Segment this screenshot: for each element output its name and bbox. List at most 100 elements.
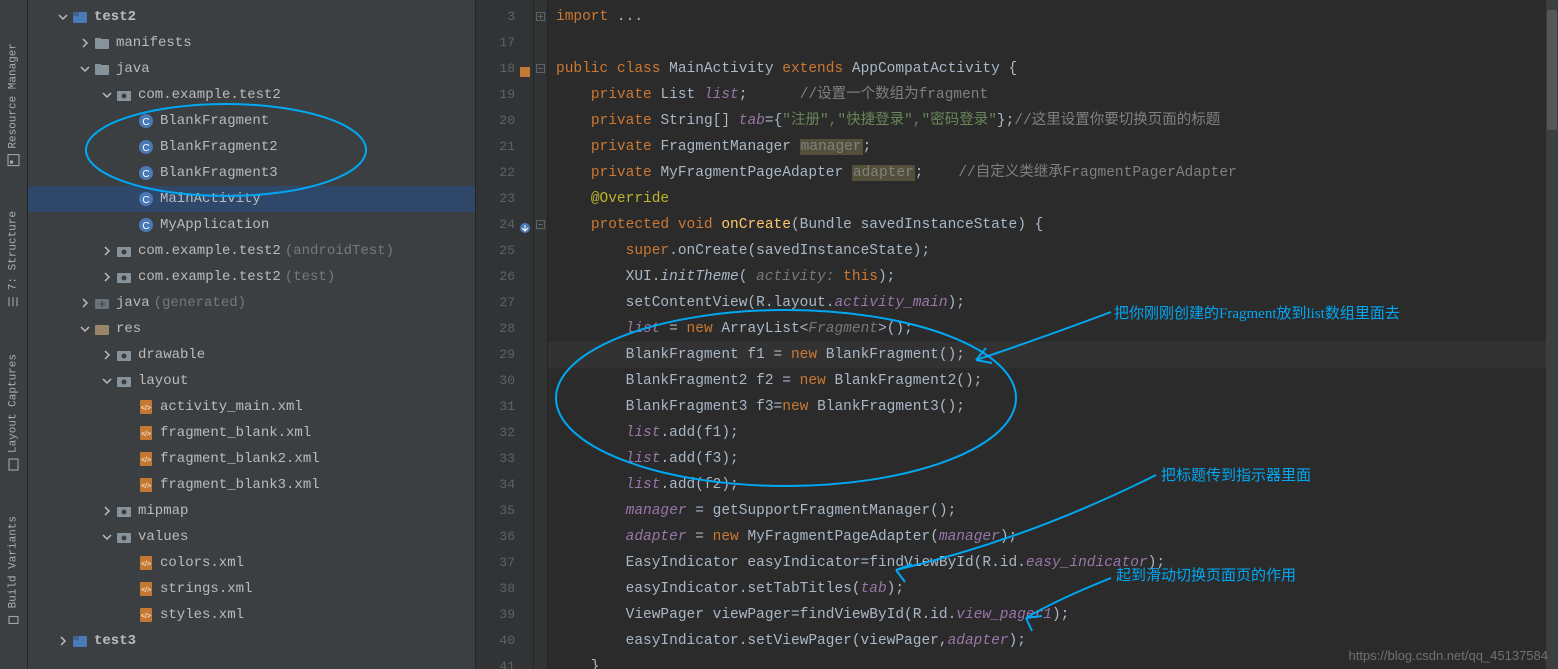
- expand-arrow-icon[interactable]: [100, 270, 114, 284]
- warning-gutter-icon: [519, 62, 531, 88]
- expand-arrow-icon[interactable]: [78, 296, 92, 310]
- code-line-18[interactable]: public class MainActivity extends AppCom…: [548, 56, 1558, 82]
- tool-window-bar: Resource Manager 7: Structure Layout Cap…: [0, 0, 28, 669]
- tree-item-label: com.example.test2: [138, 87, 281, 103]
- line-number: 36: [476, 524, 515, 550]
- svg-text:C: C: [142, 143, 149, 154]
- tree-item-strings-xml[interactable]: </>strings.xml: [28, 576, 475, 602]
- tree-item-label: test3: [94, 633, 136, 649]
- expand-arrow-icon[interactable]: [100, 244, 114, 258]
- code-line-36[interactable]: adapter = new MyFragmentPageAdapter(mana…: [548, 524, 1558, 550]
- code-line-26[interactable]: XUI.initTheme( activity: this);: [548, 264, 1558, 290]
- code-line-35[interactable]: manager = getSupportFragmentManager();: [548, 498, 1558, 524]
- tree-item-com-example-test2[interactable]: com.example.test2(androidTest): [28, 238, 475, 264]
- code-line-38[interactable]: easyIndicator.setTabTitles(tab);: [548, 576, 1558, 602]
- svg-text:</>: </>: [141, 483, 151, 490]
- code-line-25[interactable]: super.onCreate(savedInstanceState);: [548, 238, 1558, 264]
- scrollbar-thumb[interactable]: [1547, 10, 1557, 130]
- code-line-27[interactable]: setContentView(R.layout.activity_main);: [548, 290, 1558, 316]
- tree-item-test3[interactable]: test3: [28, 628, 475, 654]
- code-line-21[interactable]: private FragmentManager manager;: [548, 134, 1558, 160]
- pkg-icon: [116, 87, 132, 103]
- svg-text:C: C: [142, 195, 149, 206]
- xml-icon: </>: [138, 555, 154, 571]
- no-arrow: [122, 582, 136, 596]
- code-line-29[interactable]: BlankFragment f1 = new BlankFragment();: [548, 342, 1558, 368]
- fold-toggle-icon[interactable]: [536, 64, 545, 73]
- tool-build-variants[interactable]: Build Variants: [7, 508, 20, 634]
- tree-item-mainactivity[interactable]: CMainActivity: [28, 186, 475, 212]
- tree-item-blankfragment3[interactable]: CBlankFragment3: [28, 160, 475, 186]
- expand-arrow-icon[interactable]: [56, 10, 70, 24]
- line-number: 30: [476, 368, 515, 394]
- line-number: 40: [476, 628, 515, 654]
- code-line-34[interactable]: list.add(f2);: [548, 472, 1558, 498]
- tool-layout-captures[interactable]: Layout Captures: [7, 346, 20, 479]
- tree-item-test2[interactable]: test2: [28, 4, 475, 30]
- tree-item-myapplication[interactable]: CMyApplication: [28, 212, 475, 238]
- code-area[interactable]: import ... public class MainActivity exte…: [548, 0, 1558, 669]
- watermark: https://blog.csdn.net/qq_45137584: [1349, 648, 1549, 663]
- tree-item-colors-xml[interactable]: </>colors.xml: [28, 550, 475, 576]
- fold-toggle-icon[interactable]: [536, 220, 545, 229]
- tree-item-label: BlankFragment: [160, 113, 269, 129]
- tree-item-label: fragment_blank2.xml: [160, 451, 320, 467]
- code-line-32[interactable]: list.add(f1);: [548, 420, 1558, 446]
- tree-item-fragment-blank2-xml[interactable]: </>fragment_blank2.xml: [28, 446, 475, 472]
- tree-item-com-example-test2[interactable]: com.example.test2: [28, 82, 475, 108]
- code-line-3[interactable]: import ...: [548, 4, 1558, 30]
- line-number: 38: [476, 576, 515, 602]
- expand-arrow-icon[interactable]: [100, 504, 114, 518]
- line-number: 35: [476, 498, 515, 524]
- no-arrow: [122, 400, 136, 414]
- fold-column[interactable]: [534, 0, 548, 669]
- code-line-22[interactable]: private MyFragmentPageAdapter adapter; /…: [548, 160, 1558, 186]
- line-number: 34: [476, 472, 515, 498]
- code-line-17[interactable]: [548, 30, 1558, 56]
- tree-item-styles-xml[interactable]: </>styles.xml: [28, 602, 475, 628]
- code-line-37[interactable]: EasyIndicator easyIndicator=findViewById…: [548, 550, 1558, 576]
- code-line-28[interactable]: list = new ArrayList<Fragment>();: [548, 316, 1558, 342]
- tree-item-activity-main-xml[interactable]: </>activity_main.xml: [28, 394, 475, 420]
- expand-arrow-icon[interactable]: [100, 88, 114, 102]
- tree-item-label: strings.xml: [160, 581, 252, 597]
- tree-item-drawable[interactable]: drawable: [28, 342, 475, 368]
- tree-item-com-example-test2[interactable]: com.example.test2(test): [28, 264, 475, 290]
- project-tree[interactable]: test2manifestsjavacom.example.test2CBlan…: [28, 0, 476, 669]
- svg-text:</>: </>: [141, 431, 151, 438]
- code-line-19[interactable]: private List list; //设置一个数组为fragment: [548, 82, 1558, 108]
- editor-scrollbar[interactable]: [1546, 0, 1558, 669]
- fold-toggle-icon[interactable]: [536, 12, 545, 21]
- tree-item-label: mipmap: [138, 503, 188, 519]
- tree-item-java[interactable]: java(generated): [28, 290, 475, 316]
- expand-arrow-icon[interactable]: [78, 322, 92, 336]
- code-line-30[interactable]: BlankFragment2 f2 = new BlankFragment2()…: [548, 368, 1558, 394]
- code-line-20[interactable]: private String[] tab={"注册","快捷登录","密码登录"…: [548, 108, 1558, 134]
- tree-item-res[interactable]: res: [28, 316, 475, 342]
- tree-item-blankfragment2[interactable]: CBlankFragment2: [28, 134, 475, 160]
- tree-item-fragment-blank3-xml[interactable]: </>fragment_blank3.xml: [28, 472, 475, 498]
- expand-arrow-icon[interactable]: [56, 634, 70, 648]
- expand-arrow-icon[interactable]: [100, 374, 114, 388]
- code-editor[interactable]: 3171819202122232425262728293031323334353…: [476, 0, 1558, 669]
- tree-item-layout[interactable]: layout: [28, 368, 475, 394]
- tree-item-mipmap[interactable]: mipmap: [28, 498, 475, 524]
- expand-arrow-icon[interactable]: [100, 348, 114, 362]
- tree-item-fragment-blank-xml[interactable]: </>fragment_blank.xml: [28, 420, 475, 446]
- code-line-33[interactable]: list.add(f3);: [548, 446, 1558, 472]
- tree-item-values[interactable]: values: [28, 524, 475, 550]
- expand-arrow-icon[interactable]: [78, 36, 92, 50]
- tree-item-java[interactable]: java: [28, 56, 475, 82]
- code-line-23[interactable]: @Override: [548, 186, 1558, 212]
- override-gutter-icon[interactable]: [519, 218, 531, 244]
- tree-item-blankfragment[interactable]: CBlankFragment: [28, 108, 475, 134]
- tree-item-manifests[interactable]: manifests: [28, 30, 475, 56]
- no-arrow: [122, 556, 136, 570]
- expand-arrow-icon[interactable]: [100, 530, 114, 544]
- tool-resource-manager[interactable]: Resource Manager: [7, 35, 20, 175]
- code-line-24[interactable]: protected void onCreate(Bundle savedInst…: [548, 212, 1558, 238]
- tool-structure[interactable]: 7: Structure: [7, 203, 20, 316]
- code-line-31[interactable]: BlankFragment3 f3=new BlankFragment3();: [548, 394, 1558, 420]
- code-line-39[interactable]: ViewPager viewPager=findViewById(R.id.vi…: [548, 602, 1558, 628]
- expand-arrow-icon[interactable]: [78, 62, 92, 76]
